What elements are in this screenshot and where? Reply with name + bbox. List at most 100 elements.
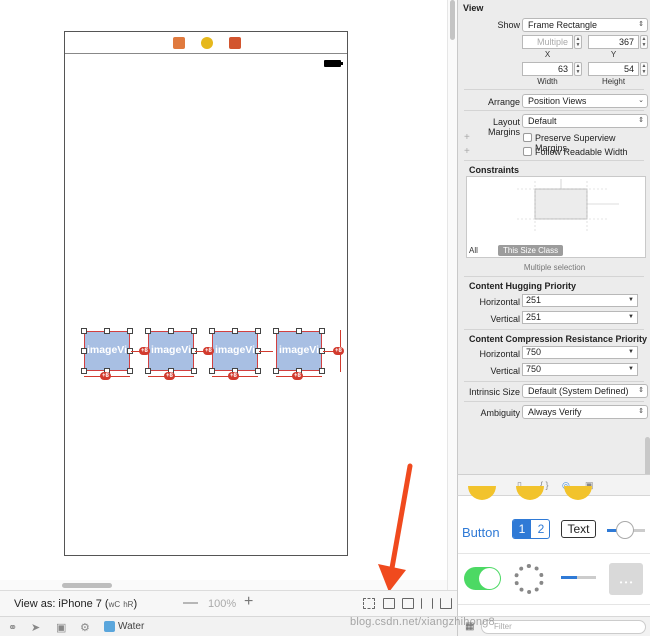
library-segmented-control-item[interactable]: 1 2: [512, 519, 550, 539]
resize-handle[interactable]: [255, 328, 261, 334]
height-stepper[interactable]: ▲ ▼: [640, 62, 648, 76]
stack-icon[interactable]: [383, 598, 395, 609]
storyboard-canvas[interactable]: imageVi imageVi imageVi imageVi +8 +8 +8…: [0, 0, 457, 592]
resize-handle[interactable]: [168, 328, 174, 334]
library-progress-view-item[interactable]: [561, 576, 596, 579]
view-controller-scene[interactable]: imageVi imageVi imageVi imageVi +8 +8 +8…: [64, 31, 348, 556]
resize-handle[interactable]: [296, 328, 302, 334]
resize-handle[interactable]: [319, 368, 325, 374]
zoom-out-button[interactable]: —: [183, 594, 198, 611]
constraints-tab-size-class[interactable]: This Size Class: [498, 245, 564, 256]
embed-in-icon[interactable]: [363, 598, 375, 609]
library-activity-indicator-item[interactable]: [514, 564, 544, 594]
image-view-1[interactable]: imageVi: [84, 331, 130, 371]
constraint-badge[interactable]: +8: [139, 347, 150, 355]
resize-handle[interactable]: [255, 368, 261, 374]
y-stepper[interactable]: ▲ ▼: [640, 35, 648, 49]
view-controller-icon[interactable]: [173, 37, 185, 49]
width-field[interactable]: 63: [522, 62, 573, 76]
pin-icon[interactable]: [421, 598, 433, 609]
image-view-4[interactable]: imageVi: [276, 331, 322, 371]
hugging-vertical-field[interactable]: 251 ▼: [522, 311, 638, 324]
library-text-field-item[interactable]: Text: [561, 520, 596, 538]
chevron-down-icon[interactable]: ▼: [628, 347, 634, 358]
constraint-badge[interactable]: +8: [333, 347, 344, 355]
width-label: Width: [537, 77, 558, 86]
location-icon[interactable]: ➤: [31, 621, 40, 634]
resize-handle[interactable]: [273, 328, 279, 334]
hugging-horizontal-field[interactable]: 251 ▼: [522, 294, 638, 307]
add-variation-icon[interactable]: +: [464, 132, 470, 143]
image-view-3[interactable]: imageVi: [212, 331, 258, 371]
chevron-down-icon[interactable]: ▼: [628, 312, 634, 323]
resize-handle[interactable]: [273, 368, 279, 374]
zoom-in-button[interactable]: +: [244, 593, 253, 611]
library-item-icon[interactable]: [516, 486, 544, 500]
library-switch-item[interactable]: [464, 567, 501, 590]
divider: [464, 381, 644, 382]
preserve-margins-checkbox[interactable]: [523, 133, 532, 142]
chevron-down-icon[interactable]: ▼: [628, 364, 634, 375]
constraint-line[interactable]: [259, 351, 273, 352]
view-as-button[interactable]: View as: iPhone 7 (wC hR): [14, 598, 137, 610]
x-field[interactable]: Multiple: [522, 35, 573, 49]
intrinsic-size-popup[interactable]: Default (System Defined) ⇕: [522, 384, 648, 398]
compression-vertical-field[interactable]: 750 ▼: [522, 363, 638, 376]
resize-handle[interactable]: [232, 328, 238, 334]
width-constraint-badge[interactable]: +8: [292, 372, 303, 380]
layout-margins-popup[interactable]: Default ⇕: [522, 114, 648, 128]
align-icon[interactable]: [402, 598, 414, 609]
resize-handle[interactable]: [191, 328, 197, 334]
camera-icon[interactable]: ▣: [56, 621, 66, 634]
divider: [464, 401, 644, 402]
y-field[interactable]: 367: [588, 35, 639, 49]
ambiguity-popup[interactable]: Always Verify ⇕: [522, 405, 648, 419]
resize-handle[interactable]: [209, 368, 215, 374]
readable-width-checkbox[interactable]: [523, 147, 532, 156]
resize-handle[interactable]: [104, 328, 110, 334]
resize-handle[interactable]: [81, 368, 87, 374]
width-constraint-badge[interactable]: +8: [100, 372, 111, 380]
gear-icon[interactable]: ⚙: [80, 621, 90, 634]
breakpoints-icon[interactable]: ⚭: [8, 621, 17, 634]
size-class-width: wC: [108, 600, 121, 609]
chevron-down-icon[interactable]: ▼: [628, 295, 634, 306]
view-section-title: View: [463, 3, 484, 13]
resize-handle[interactable]: [145, 328, 151, 334]
canvas-vertical-scrollbar[interactable]: [447, 0, 457, 590]
object-library[interactable]: Button 1 2 Text • • •: [457, 486, 650, 616]
resize-handle[interactable]: [191, 368, 197, 374]
divider: [464, 160, 644, 161]
constraints-tab-all[interactable]: All: [469, 246, 478, 255]
resize-handle[interactable]: [127, 328, 133, 334]
constraint-badge[interactable]: +8: [203, 347, 214, 355]
resize-handle[interactable]: [209, 328, 215, 334]
add-variation-icon[interactable]: +: [464, 146, 470, 157]
resize-handle[interactable]: [81, 348, 87, 354]
resolve-issues-icon[interactable]: [440, 598, 452, 609]
image-view-2[interactable]: imageVi: [148, 331, 194, 371]
arrange-popup[interactable]: Position Views ⌄: [522, 94, 648, 108]
library-item-icon[interactable]: [564, 486, 592, 500]
resize-handle[interactable]: [81, 328, 87, 334]
scheme-label[interactable]: Water: [118, 621, 144, 632]
scroll-thumb[interactable]: [62, 583, 112, 588]
width-stepper[interactable]: ▲ ▼: [574, 62, 582, 76]
library-item-icon[interactable]: [468, 486, 496, 500]
width-constraint-badge[interactable]: +8: [228, 372, 239, 380]
exit-icon[interactable]: [229, 37, 241, 49]
resize-handle[interactable]: [319, 328, 325, 334]
x-stepper[interactable]: ▲ ▼: [574, 35, 582, 49]
height-field[interactable]: 54: [588, 62, 639, 76]
show-popup[interactable]: Frame Rectangle ⇕: [522, 18, 648, 32]
width-constraint-badge[interactable]: +8: [164, 372, 175, 380]
compression-title: Content Compression Resistance Priority: [469, 334, 648, 344]
resize-handle[interactable]: [127, 368, 133, 374]
first-responder-icon[interactable]: [201, 37, 213, 49]
compression-horizontal-field[interactable]: 750 ▼: [522, 346, 638, 359]
filter-input[interactable]: Filter: [481, 620, 646, 634]
scroll-thumb[interactable]: [450, 0, 455, 40]
library-button-item[interactable]: Button: [462, 525, 500, 540]
library-page-control-item[interactable]: • • •: [609, 563, 643, 595]
resize-handle[interactable]: [145, 368, 151, 374]
